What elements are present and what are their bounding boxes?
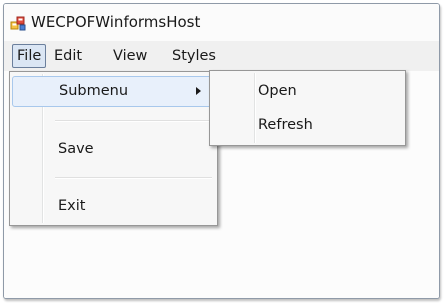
menu-item-submenu-label: Submenu [59, 83, 129, 99]
menu-separator [55, 120, 212, 121]
window-title: WECPOFWinformsHost [31, 13, 201, 31]
menu-item-refresh[interactable]: Refresh [212, 110, 403, 141]
menu-item-exit-label: Exit [58, 198, 86, 214]
menu-bar: File Edit View Styles [4, 41, 439, 72]
menu-item-exit[interactable]: Exit [12, 191, 215, 221]
menu-item-open-label: Open [258, 83, 297, 99]
submenu-panel: Open Refresh [209, 70, 406, 146]
title-bar[interactable]: WECPOFWinformsHost [4, 4, 439, 41]
menu-item-refresh-label: Refresh [258, 117, 313, 133]
file-menu: Submenu Save Exit [9, 71, 218, 226]
menu-item-open[interactable]: Open [212, 76, 403, 107]
menu-separator [55, 177, 212, 178]
submenu-arrow-icon [196, 87, 201, 95]
menu-file[interactable]: File [12, 44, 47, 68]
menu-edit[interactable]: Edit [49, 44, 87, 68]
app-window-icon [10, 15, 26, 31]
menu-item-save-label: Save [58, 141, 94, 157]
menu-item-submenu[interactable]: Submenu [12, 76, 215, 107]
menu-item-save[interactable]: Save [12, 134, 215, 164]
menu-view[interactable]: View [108, 44, 152, 68]
menu-styles[interactable]: Styles [167, 44, 221, 68]
